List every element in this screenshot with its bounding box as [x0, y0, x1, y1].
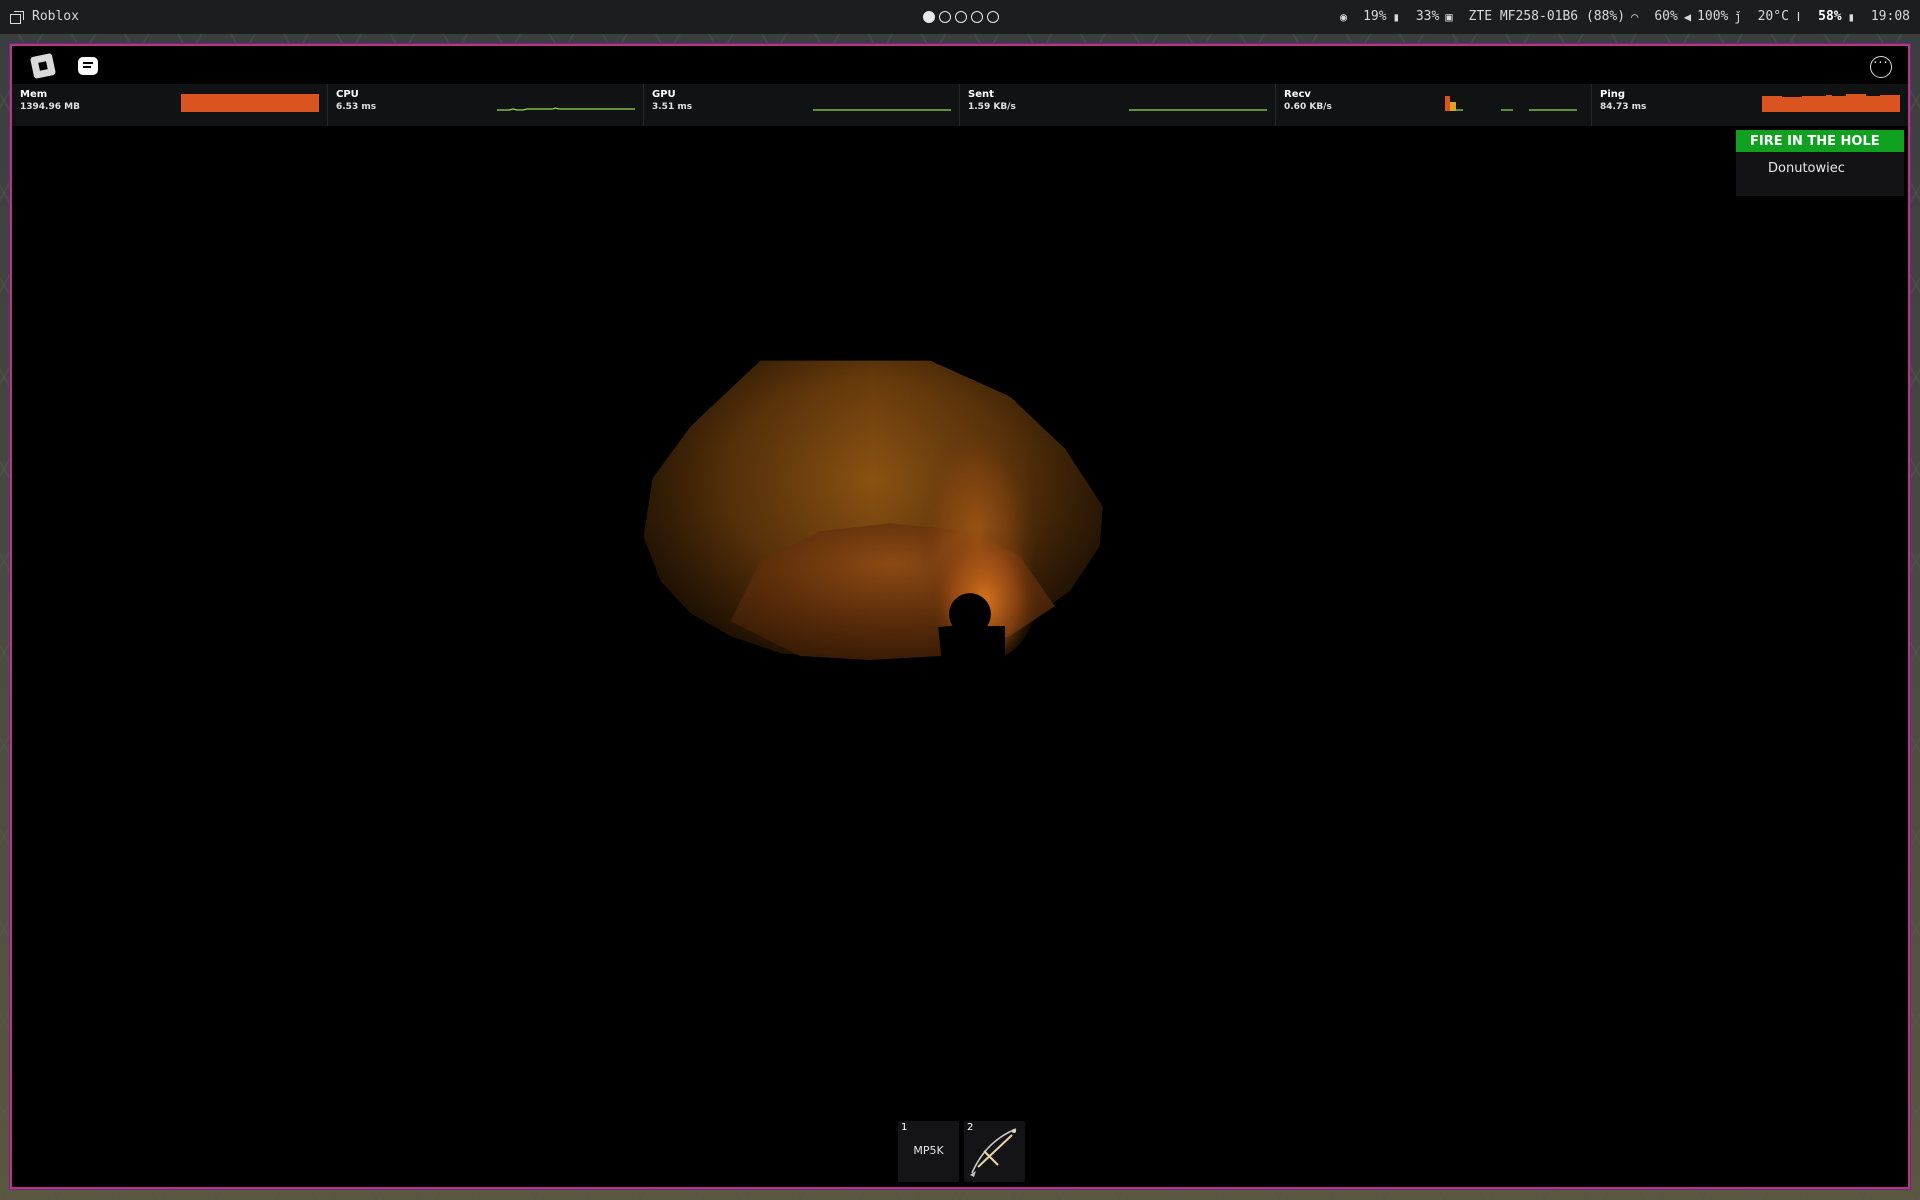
window-title[interactable]: Roblox [10, 9, 79, 24]
slot-label: MP5K [913, 1144, 944, 1157]
temperature-value: 20°C [1757, 9, 1789, 24]
gpu-status: 33% ▣ [1416, 9, 1453, 24]
volume-status[interactable]: 100% ǰ [1697, 9, 1742, 24]
cpu-graph [497, 107, 635, 111]
clock: 19:08 [1871, 9, 1910, 24]
hotbar-slot-2[interactable]: 2 [964, 1121, 1025, 1182]
thermometer-icon: ǀ [1794, 9, 1803, 24]
performance-stats: Mem 1394.96 MB CPU 6.53 ms GPU 3.51 ms S… [12, 84, 1908, 126]
window-icon [10, 10, 24, 24]
game-viewport[interactable] [12, 126, 1908, 1189]
hotbar: 1 MP5K 2 [898, 1121, 1025, 1182]
cpu-value: 19% [1363, 9, 1387, 24]
hotbar-slot-1[interactable]: 1 MP5K [898, 1121, 959, 1182]
battery-icon: ▮ [1847, 9, 1855, 24]
battery-status: 58% ▮ [1818, 9, 1855, 24]
perf-ping[interactable]: Ping 84.73 ms [1592, 84, 1908, 126]
workspace-2[interactable] [939, 11, 951, 23]
eye-slash-icon: ◉ [1339, 9, 1348, 24]
perf-sent[interactable]: Sent 1.59 KB/s [960, 84, 1276, 126]
sent-graph [1129, 109, 1267, 111]
system-top-bar: Roblox ◉ 19% ▮ 33% ▣ ZTE MF258-01B6 (88%) ◠… [0, 0, 1920, 34]
clock-value: 19:08 [1870, 9, 1910, 24]
ping-graph [1762, 94, 1900, 112]
workspace-3[interactable] [955, 11, 967, 23]
roblox-menu-icon[interactable] [29, 52, 57, 80]
gpu-graph [813, 109, 951, 111]
speaker-icon: ◀ [1683, 9, 1692, 24]
privacy-status[interactable]: ◉ [1340, 10, 1347, 24]
workspace-1[interactable] [923, 11, 935, 23]
fire-pit [643, 360, 1103, 669]
workspace-indicators [923, 11, 999, 23]
slot-number: 1 [901, 1122, 908, 1133]
leaderboard-title[interactable]: FIRE IN THE HOLE [1736, 130, 1904, 152]
battery-value: 58% [1818, 9, 1842, 24]
microphone-icon: ǰ [1734, 9, 1742, 24]
network-value: ZTE MF258-01B6 (88%) [1468, 9, 1626, 24]
roblox-window: ··· Mem 1394.96 MB CPU 6.53 ms GPU 3.51 … [9, 43, 1911, 1190]
perf-mem[interactable]: Mem 1394.96 MB [12, 84, 328, 126]
chat-icon[interactable] [78, 57, 98, 75]
gpu-value: 33% [1415, 9, 1440, 24]
more-options-icon[interactable]: ··· [1870, 56, 1892, 78]
volume-value: 100% [1697, 9, 1729, 24]
wifi-icon: ◠ [1631, 9, 1639, 24]
bow-icon [970, 1128, 1017, 1177]
perf-cpu[interactable]: CPU 6.53 ms [328, 84, 644, 126]
mem-graph [181, 94, 319, 112]
roblox-topbar: ··· [12, 46, 1908, 84]
workspace-5[interactable] [987, 11, 999, 23]
network-status[interactable]: ZTE MF258-01B6 (88%) ◠ [1469, 9, 1639, 24]
cpu-status: 19% ▮ [1363, 9, 1400, 24]
workspace-4[interactable] [971, 11, 983, 23]
gpu-icon: ▣ [1445, 9, 1453, 24]
perf-recv[interactable]: Recv 0.60 KB/s [1276, 84, 1592, 126]
temperature-status: 20°C ǀ [1758, 9, 1803, 24]
window-title-text: Roblox [32, 9, 79, 24]
recv-graph [1445, 96, 1577, 111]
cpu-icon: ▮ [1392, 9, 1400, 24]
leaderboard-player[interactable]: Donutowiec [1736, 152, 1904, 196]
brightness-status[interactable]: 60% ◀ [1654, 9, 1691, 24]
perf-gpu[interactable]: GPU 3.51 ms [644, 84, 960, 126]
leaderboard: FIRE IN THE HOLE Donutowiec [1736, 130, 1904, 196]
status-tray: ◉ 19% ▮ 33% ▣ ZTE MF258-01B6 (88%) ◠ 60% ◀ 1… [1324, 9, 1910, 24]
brightness-value: 60% [1654, 9, 1678, 24]
